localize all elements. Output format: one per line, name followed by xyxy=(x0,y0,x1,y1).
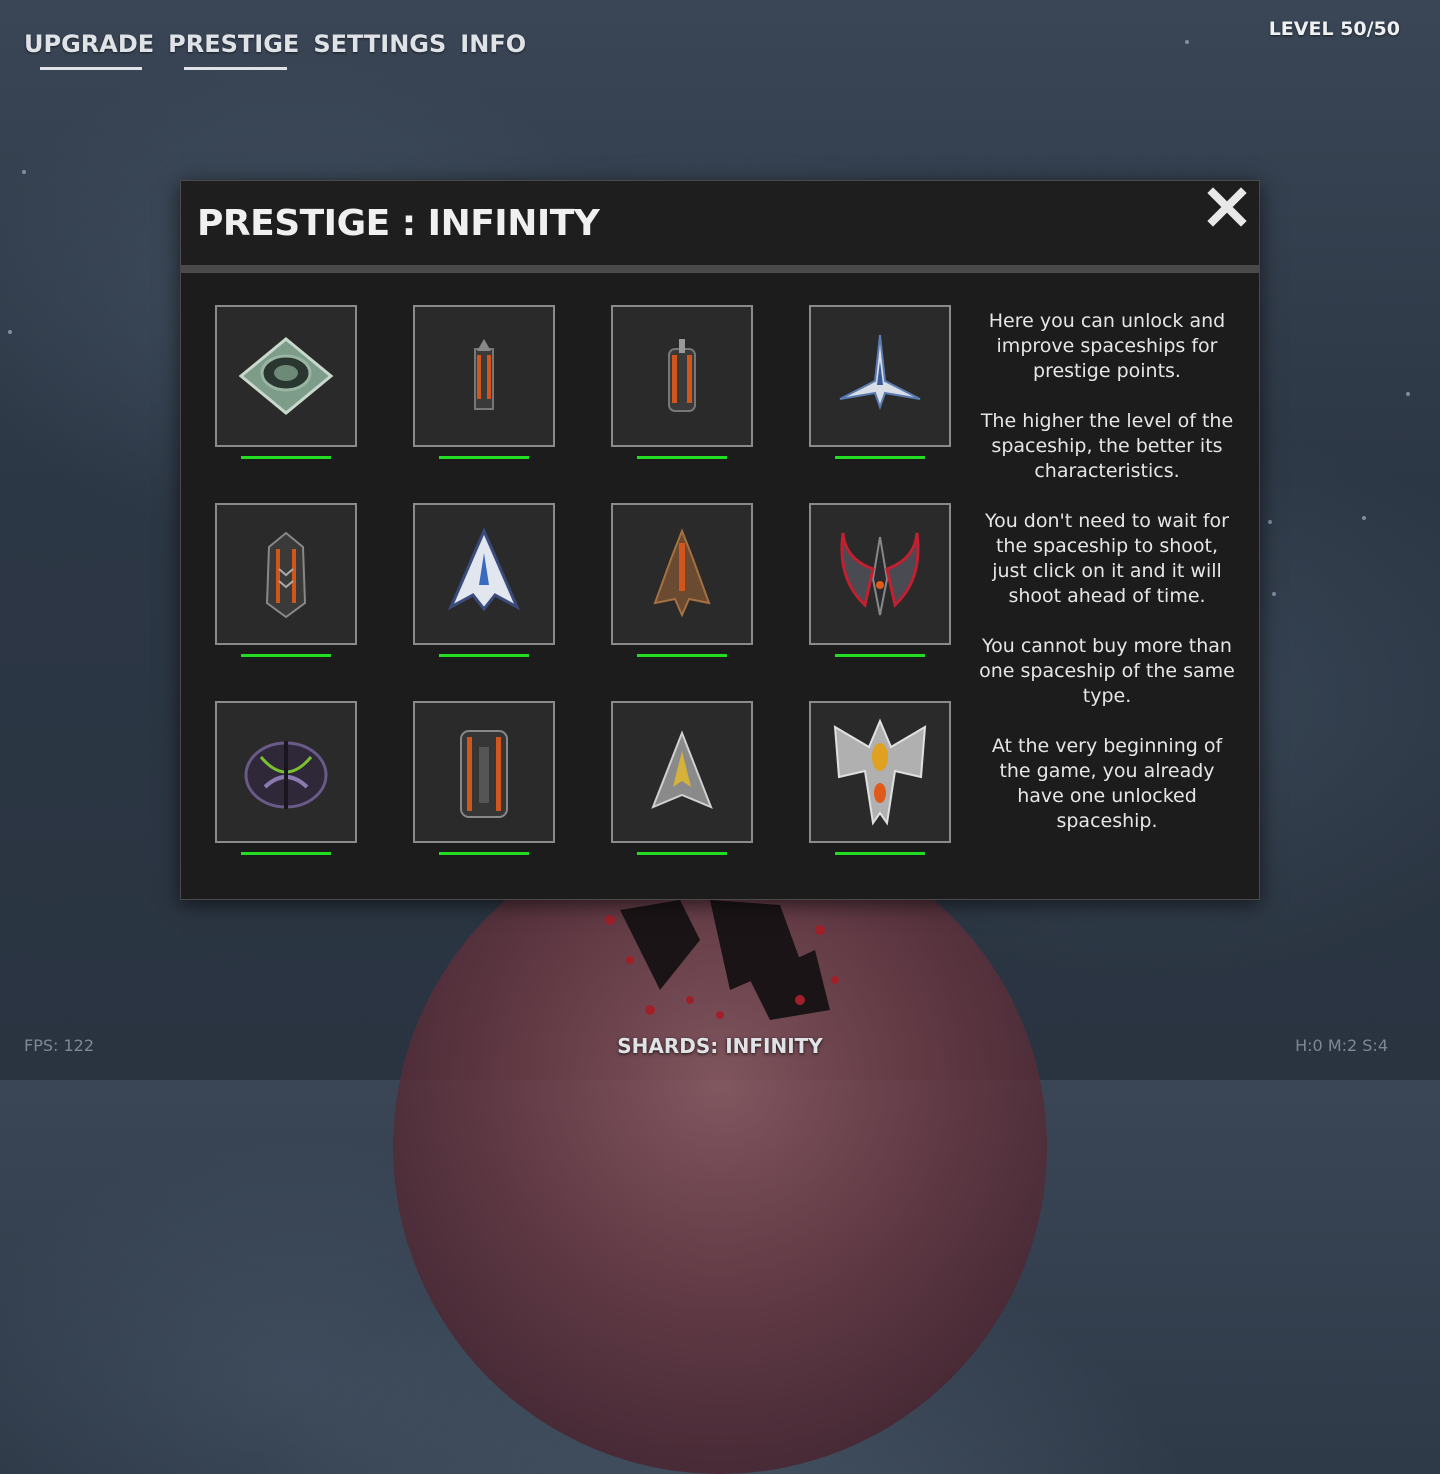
nav-upgrade[interactable]: UPGRADE xyxy=(24,30,155,70)
ship-gold-mothership-icon xyxy=(833,718,927,826)
ship-tile[interactable] xyxy=(809,503,951,645)
ship-tile[interactable] xyxy=(809,305,951,447)
unlocked-bar xyxy=(637,852,727,855)
ship-diamond-icon xyxy=(238,337,334,415)
dialog-header: PRESTIGE : INFINITY xyxy=(181,181,1259,273)
nav-upgrade-label: UPGRADE xyxy=(24,30,155,58)
info-paragraph: The higher the level of the spaceship, t… xyxy=(980,410,1234,482)
ship-white-jet-icon xyxy=(839,334,921,410)
nav-prestige-underline xyxy=(184,67,288,70)
info-paragraph: Here you can unlock and improve spaceshi… xyxy=(988,310,1226,382)
nav-settings[interactable]: SETTINGS xyxy=(313,30,446,58)
ship-tile[interactable] xyxy=(611,503,753,645)
unlocked-bar xyxy=(835,654,925,657)
unlocked-bar xyxy=(835,456,925,459)
ship-red-wing-icon xyxy=(840,532,920,616)
info-paragraph: You cannot buy more than one spaceship o… xyxy=(979,635,1235,707)
ship-silver-arrow-icon xyxy=(651,730,713,809)
ship-tile[interactable] xyxy=(611,701,753,843)
info-paragraph: At the very beginning of the game, you a… xyxy=(991,735,1223,832)
ship-tile[interactable] xyxy=(215,305,357,447)
star xyxy=(8,330,12,334)
nav-prestige[interactable]: PRESTIGE xyxy=(168,30,300,70)
ship-tile[interactable] xyxy=(413,701,555,843)
nav-info[interactable]: INFO xyxy=(460,30,526,58)
unlocked-bar xyxy=(637,654,727,657)
ship-tile[interactable] xyxy=(413,503,555,645)
info-paragraph: You don't need to wait for the spaceship… xyxy=(985,510,1229,607)
unlocked-bar xyxy=(241,852,331,855)
ship-tile[interactable] xyxy=(809,701,951,843)
nav-upgrade-underline xyxy=(40,67,143,70)
ship-heavy-orange-icon xyxy=(460,730,508,818)
prestige-info-text: Here you can unlock and improve spaceshi… xyxy=(977,309,1237,859)
star xyxy=(22,170,26,174)
level-indicator: LEVEL 50/50 xyxy=(1268,18,1400,40)
nav-prestige-label: PRESTIGE xyxy=(168,30,300,58)
ship-tile[interactable] xyxy=(611,305,753,447)
unlocked-bar xyxy=(439,456,529,459)
unlocked-bar xyxy=(835,852,925,855)
dialog-title: PRESTIGE : INFINITY xyxy=(197,203,600,244)
nav-info-label: INFO xyxy=(460,30,527,58)
star xyxy=(1406,392,1410,396)
ship-slim-orange-icon xyxy=(474,339,494,410)
shards-counter: SHARDS: INFINITY xyxy=(617,1034,823,1058)
prestige-dialog: PRESTIGE : INFINITY Here you can unlock … xyxy=(180,180,1260,900)
ship-twin-orange-icon xyxy=(668,339,696,412)
ship-purple-claw-icon xyxy=(244,741,328,809)
ship-tile[interactable] xyxy=(215,701,357,843)
unlocked-bar xyxy=(241,456,331,459)
unlocked-bar xyxy=(439,852,529,855)
ship-armored-orange-icon xyxy=(265,531,307,619)
star xyxy=(1268,520,1272,524)
star xyxy=(1362,516,1366,520)
ship-tile[interactable] xyxy=(413,305,555,447)
planet-debris xyxy=(605,900,839,1020)
ship-white-arrow-icon xyxy=(447,527,521,612)
top-nav: UPGRADE PRESTIGE SETTINGS INFO xyxy=(24,30,540,70)
close-button[interactable] xyxy=(1205,185,1249,229)
unlocked-bar xyxy=(241,654,331,657)
star xyxy=(1185,40,1189,44)
unlocked-bar xyxy=(637,456,727,459)
unlocked-bar xyxy=(439,654,529,657)
close-icon xyxy=(1207,187,1247,227)
play-time: H:0 M:2 S:4 xyxy=(1295,1036,1388,1055)
nav-settings-label: SETTINGS xyxy=(313,30,447,58)
ship-bronze-fighter-icon xyxy=(653,528,711,618)
star xyxy=(1272,592,1276,596)
ship-tile[interactable] xyxy=(215,503,357,645)
